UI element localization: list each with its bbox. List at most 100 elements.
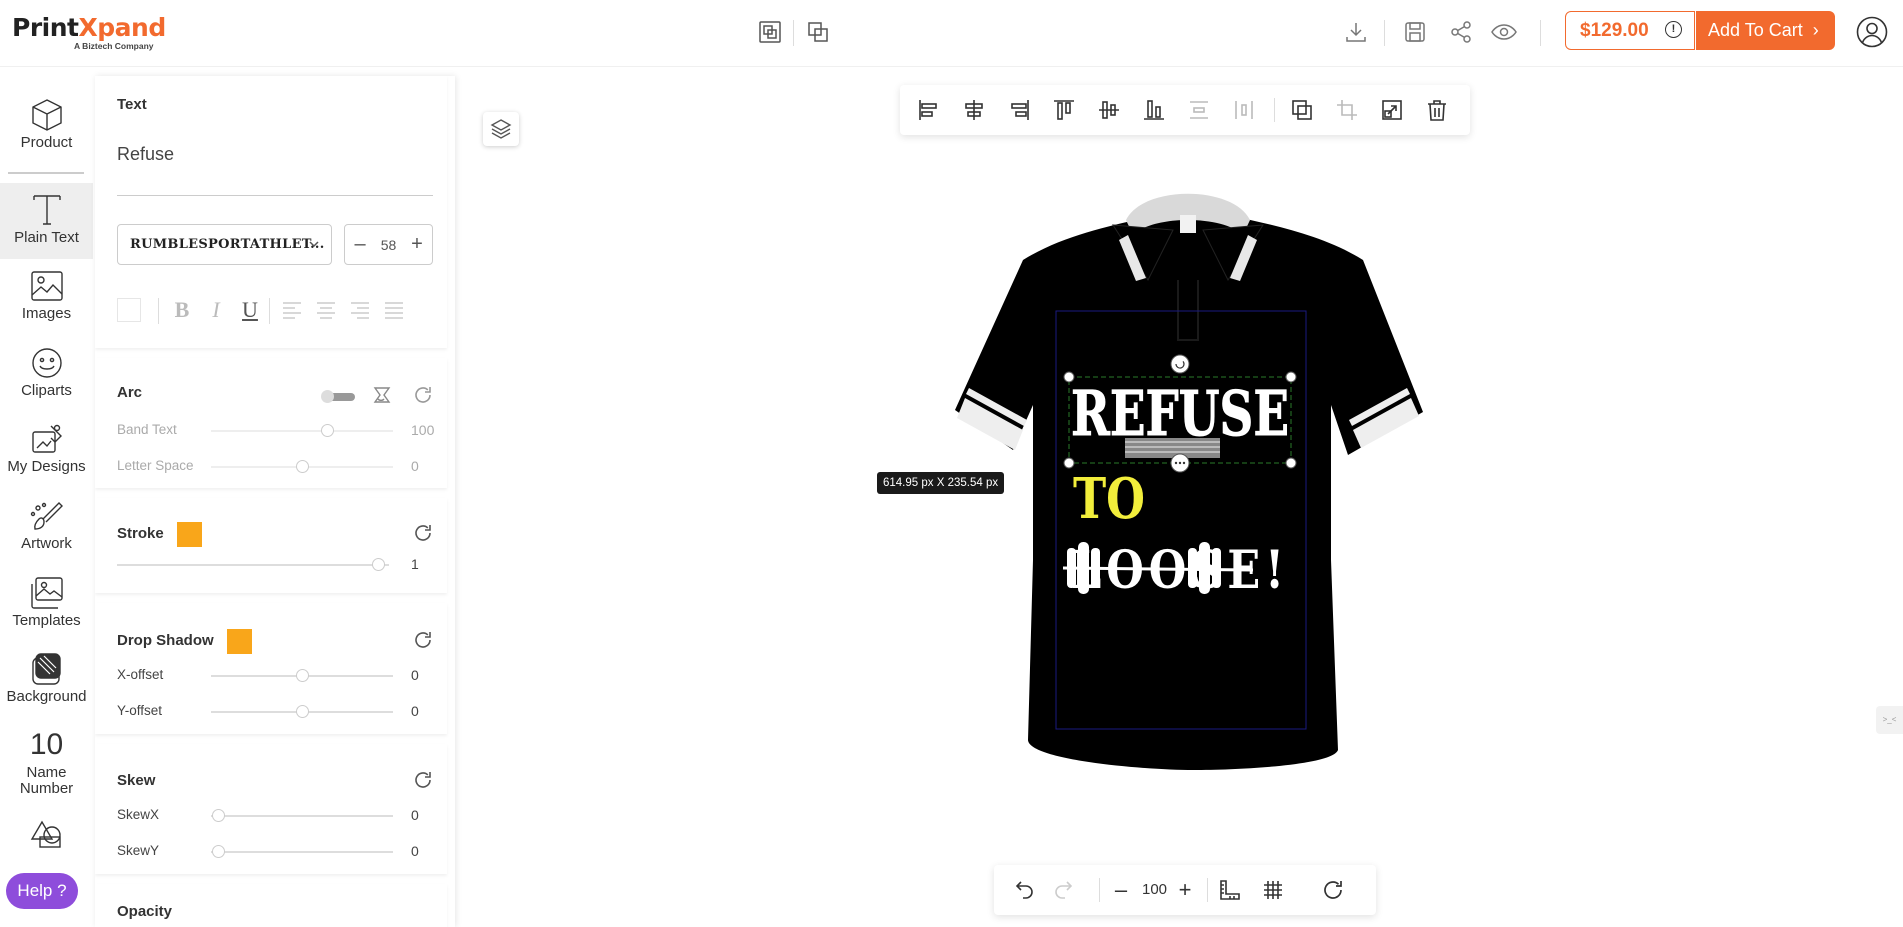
decrease-size-button[interactable]: – [353, 233, 367, 256]
increase-size-button[interactable]: + [410, 233, 424, 256]
nav-templates[interactable]: Templates [0, 576, 93, 629]
zoom-out-button[interactable]: – [1108, 877, 1134, 903]
skew-y-value: 0 [411, 843, 419, 859]
distribute-vertical-icon[interactable] [1186, 97, 1212, 123]
align-top-icon[interactable] [1051, 97, 1077, 123]
share-icon[interactable] [1447, 18, 1475, 46]
layers-button[interactable] [483, 112, 519, 146]
nav-my-designs[interactable]: My Designs [0, 422, 93, 475]
y-offset-slider[interactable] [211, 705, 393, 718]
side-panel-tab[interactable]: >_< [1876, 706, 1903, 734]
barbell-right-icon [1188, 542, 1221, 594]
delete-trash-icon[interactable] [1424, 97, 1450, 123]
slider-thumb[interactable] [296, 669, 309, 682]
letter-space-slider[interactable] [211, 460, 393, 473]
resize-icon[interactable] [1379, 97, 1405, 123]
slider-thumb[interactable] [296, 460, 309, 473]
slider-thumb[interactable] [372, 558, 386, 571]
shadow-reset-icon[interactable] [412, 629, 434, 651]
shapes-icon [30, 820, 61, 848]
font-size-stepper[interactable]: – 58 + [344, 224, 433, 265]
skew-y-label: SkewY [117, 843, 160, 858]
arc-reset-icon[interactable] [412, 384, 434, 406]
arc-toggle[interactable] [321, 390, 355, 403]
font-family-select[interactable]: RUMBLESPORTATHLET... [117, 224, 332, 265]
align-bottom-icon[interactable] [1141, 97, 1167, 123]
distribute-horizontal-icon[interactable] [1231, 97, 1257, 123]
align-right-icon[interactable] [347, 296, 373, 324]
layers-icon [490, 119, 512, 139]
slider-thumb[interactable] [321, 424, 335, 437]
y-offset-label: Y-offset [117, 703, 163, 718]
designs-icon [31, 424, 62, 453]
text-color-swatch[interactable] [117, 298, 141, 322]
x-offset-slider[interactable] [211, 669, 393, 682]
ruler-icon[interactable] [1216, 877, 1242, 903]
help-button[interactable]: Help ? [6, 873, 78, 909]
opacity-title: Opacity [117, 903, 173, 920]
align-left-icon[interactable] [279, 296, 305, 324]
skew-y-slider[interactable] [211, 845, 393, 858]
align-right-objects-icon[interactable] [1006, 97, 1032, 123]
arc-direction-icon[interactable] [372, 385, 392, 405]
zoom-in-button[interactable]: + [1172, 877, 1198, 903]
duplicate-icon[interactable] [1289, 97, 1315, 123]
align-horizontal-center-icon[interactable] [961, 97, 987, 123]
align-left-objects-icon[interactable] [916, 97, 942, 123]
text-icon [32, 195, 61, 225]
top-header: PrintXpand A Biztech Company $129.00 ! A… [0, 0, 1903, 67]
font-size-value[interactable]: 58 [381, 237, 397, 253]
front-view-icon[interactable] [756, 18, 784, 46]
slider-thumb[interactable] [296, 705, 309, 718]
align-vertical-center-icon[interactable] [1096, 97, 1122, 123]
nav-product[interactable]: Product [0, 98, 93, 151]
skew-reset-icon[interactable] [412, 769, 434, 791]
reset-view-icon[interactable] [1320, 877, 1346, 903]
arc-title: Arc [117, 384, 143, 401]
slider-thumb[interactable] [212, 809, 226, 822]
save-icon[interactable] [1401, 18, 1429, 46]
skew-x-slider[interactable] [211, 809, 393, 822]
stroke-color-swatch[interactable] [177, 522, 202, 547]
back-view-icon[interactable] [804, 18, 832, 46]
add-to-cart-button[interactable]: Add To Cart › [1696, 11, 1835, 50]
nav-cliparts[interactable]: Cliparts [0, 346, 93, 399]
align-center-icon[interactable] [313, 296, 339, 324]
band-text-slider[interactable] [211, 424, 393, 437]
slider-thumb[interactable] [212, 845, 226, 858]
undo-icon[interactable] [1012, 877, 1038, 903]
band-text-label: Band Text [117, 422, 177, 437]
preview-eye-icon[interactable] [1490, 18, 1518, 46]
underline-button[interactable]: U [237, 296, 263, 324]
grid-icon[interactable] [1260, 877, 1286, 903]
bold-button[interactable]: B [169, 296, 195, 324]
design-line-to[interactable]: TO [1073, 466, 1145, 532]
italic-button[interactable]: I [203, 296, 229, 324]
stroke-reset-icon[interactable] [412, 522, 434, 544]
nav-plain-text[interactable]: Plain Text [0, 183, 93, 259]
drop-shadow-title: Drop Shadow [117, 632, 214, 649]
nav-shapes[interactable] [0, 819, 93, 849]
align-justify-icon[interactable] [381, 296, 407, 324]
stroke-width-slider[interactable] [117, 558, 389, 571]
crop-icon[interactable] [1334, 97, 1360, 123]
shadow-color-swatch[interactable] [227, 629, 252, 654]
skew-x-label: SkewX [117, 807, 160, 822]
stroke-width-value: 1 [411, 556, 419, 572]
nav-images[interactable]: Images [0, 269, 93, 322]
printxpand-logo[interactable]: PrintXpand A Biztech Company [12, 14, 166, 52]
text-input[interactable]: Refuse [117, 144, 174, 165]
redo-icon[interactable] [1050, 877, 1076, 903]
properties-panel: Text Refuse RUMBLESPORTATHLET... – 58 + … [95, 76, 455, 927]
skew-title: Skew [117, 772, 156, 789]
dimension-tooltip: 614.95 px X 235.54 px [877, 472, 1005, 494]
cube-icon [31, 99, 62, 131]
product-mockup[interactable]: REFUSE TO LOOSE! [943, 180, 1433, 780]
nav-artwork[interactable]: Artwork [0, 499, 93, 552]
price-info-icon[interactable]: ! [1665, 21, 1682, 38]
user-account-icon[interactable] [1856, 16, 1888, 48]
nav-background[interactable]: Background [0, 652, 93, 705]
download-icon[interactable] [1342, 18, 1370, 46]
zoom-value: 100 [1142, 881, 1168, 898]
nav-name-number[interactable]: 10 Name Number [0, 728, 93, 797]
